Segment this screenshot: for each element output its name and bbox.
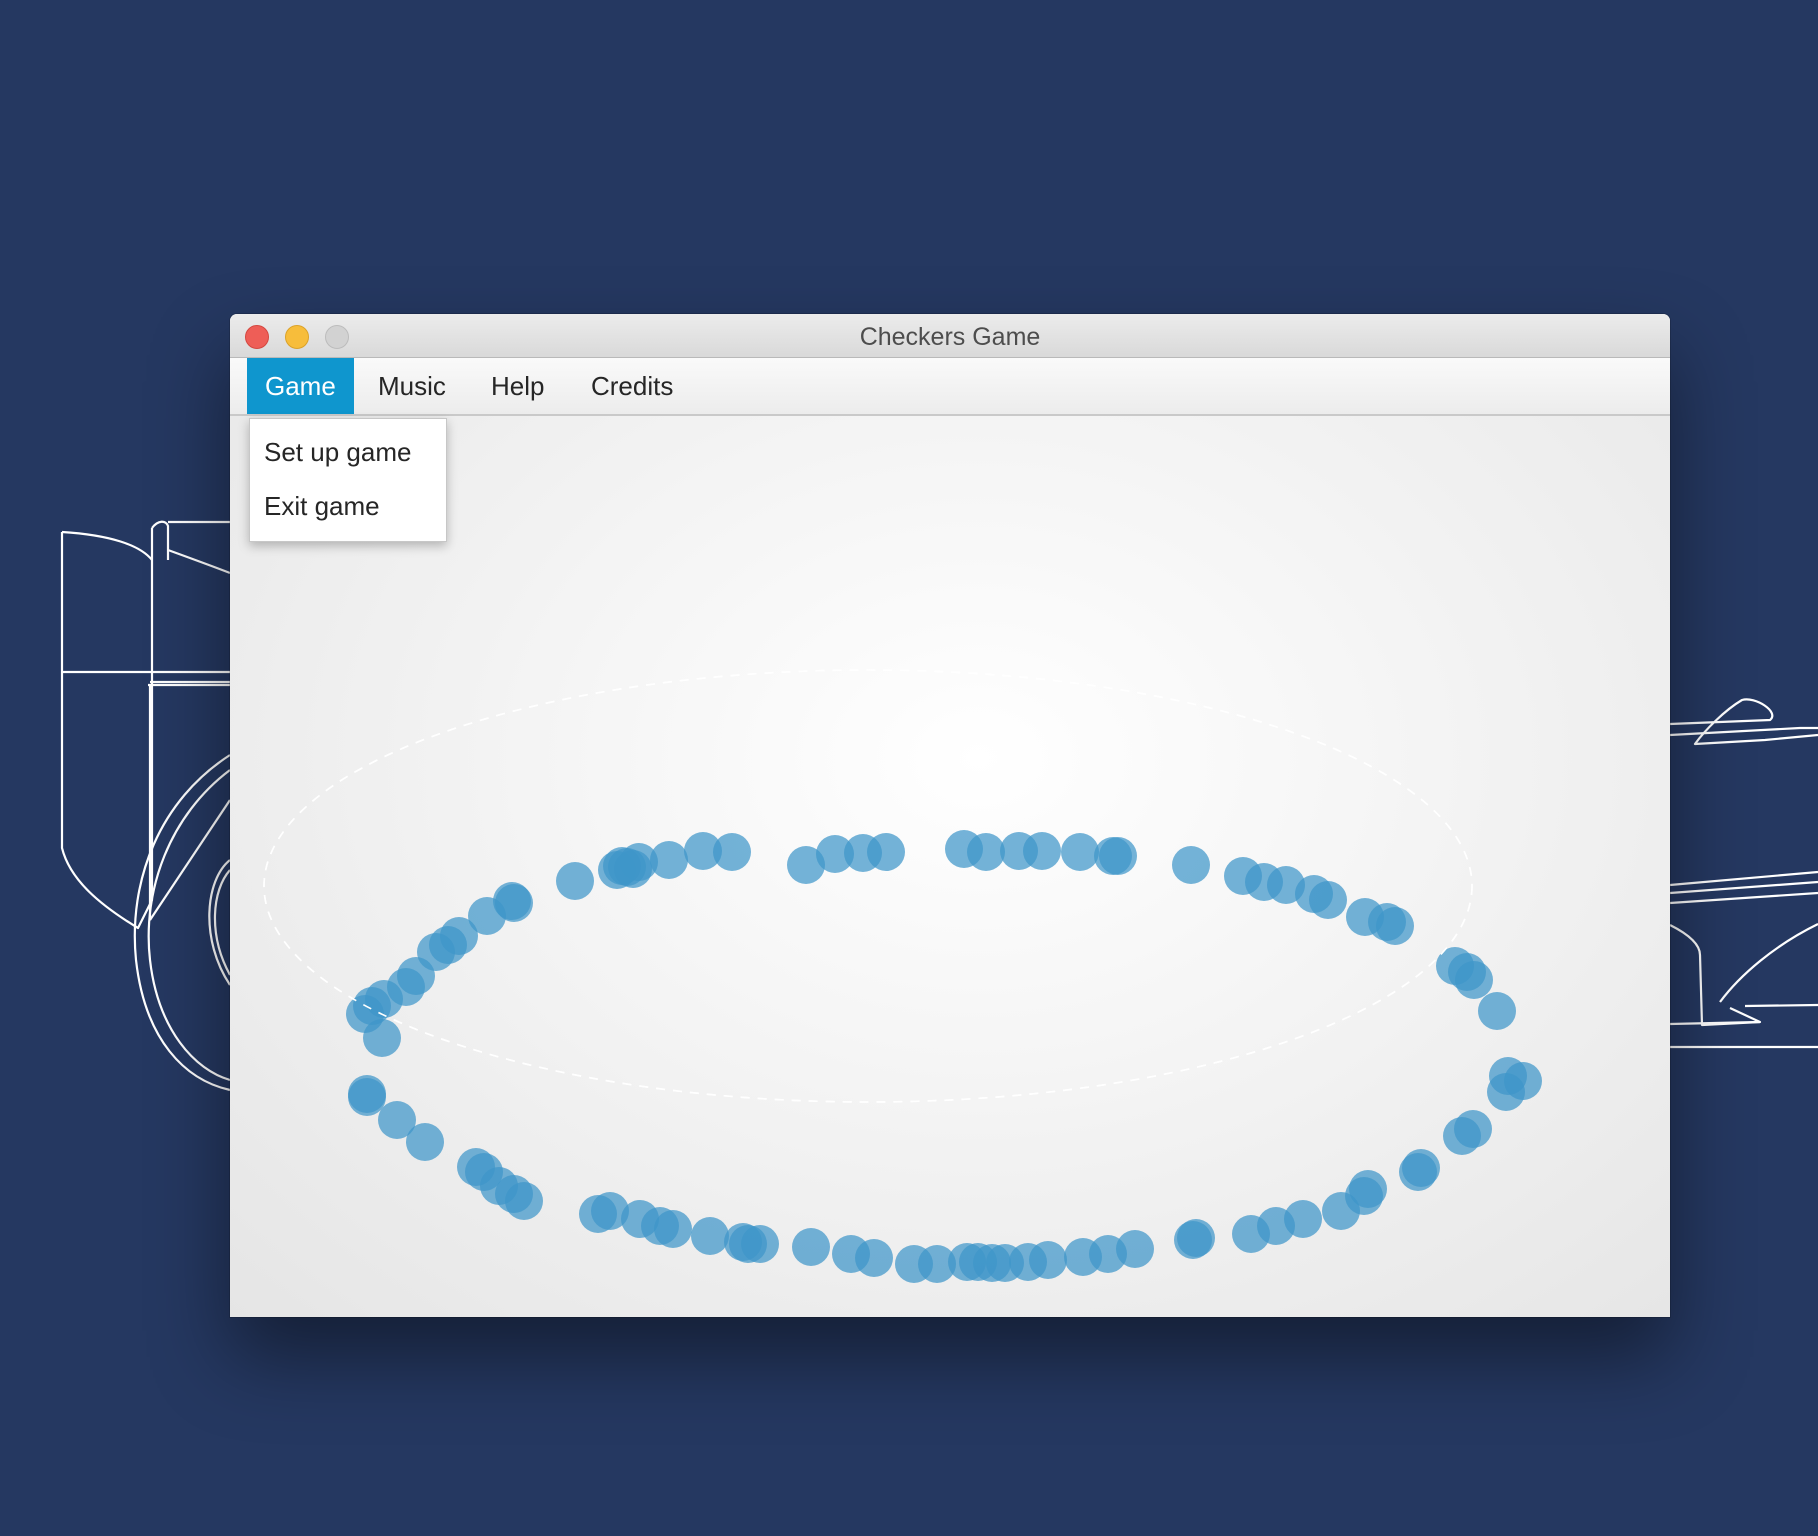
- checker-piece: [1455, 961, 1493, 999]
- checker-piece: [556, 862, 594, 900]
- checker-piece: [713, 833, 751, 871]
- checker-piece: [348, 1075, 386, 1113]
- checker-piece: [792, 1228, 830, 1266]
- checker-piece: [579, 1195, 617, 1233]
- menu-help[interactable]: Help: [473, 358, 562, 414]
- game-canvas[interactable]: [230, 416, 1670, 1317]
- checker-piece: [650, 841, 688, 879]
- menu-music[interactable]: Music: [360, 358, 464, 414]
- menu-game[interactable]: Game: [247, 358, 354, 414]
- checker-piece: [895, 1245, 933, 1283]
- checker-piece: [457, 1148, 495, 1186]
- checker-piece: [493, 882, 531, 920]
- checker-piece: [1061, 833, 1099, 871]
- menu-credits[interactable]: Credits: [573, 358, 691, 414]
- checker-piece: [1399, 1153, 1437, 1191]
- menu-item-exit-game[interactable]: Exit game: [250, 481, 446, 531]
- checker-piece: [1177, 1219, 1215, 1257]
- menu-item-set-up-game[interactable]: Set up game: [250, 427, 446, 477]
- window-title: Checkers Game: [859, 323, 1041, 351]
- game-dropdown-menu: Set up game Exit game: [249, 418, 447, 542]
- checker-piece: [691, 1217, 729, 1255]
- checker-piece: [1309, 881, 1347, 919]
- app-window: Checkers Game Game Music Help Credits Se…: [230, 314, 1670, 1317]
- checker-piece: [724, 1223, 762, 1261]
- checker-piece: [1443, 1117, 1481, 1155]
- checker-piece: [1376, 907, 1414, 945]
- checker-piece: [1322, 1192, 1360, 1230]
- checker-piece: [1064, 1238, 1102, 1276]
- pieces-group: [346, 830, 1542, 1283]
- checker-piece: [967, 833, 1005, 871]
- checker-piece: [867, 833, 905, 871]
- piece-ring-animation: [263, 669, 1542, 1283]
- checker-piece: [1232, 1215, 1270, 1253]
- menu-bar: Game Music Help Credits: [230, 358, 1670, 416]
- checker-piece: [1172, 846, 1210, 884]
- checker-piece: [832, 1235, 870, 1273]
- checker-piece: [1023, 832, 1061, 870]
- checker-piece: [1489, 1057, 1527, 1095]
- checker-piece: [1478, 992, 1516, 1030]
- title-bar[interactable]: Checkers Game: [230, 314, 1670, 358]
- checker-piece: [378, 1101, 416, 1139]
- checker-piece: [1099, 837, 1137, 875]
